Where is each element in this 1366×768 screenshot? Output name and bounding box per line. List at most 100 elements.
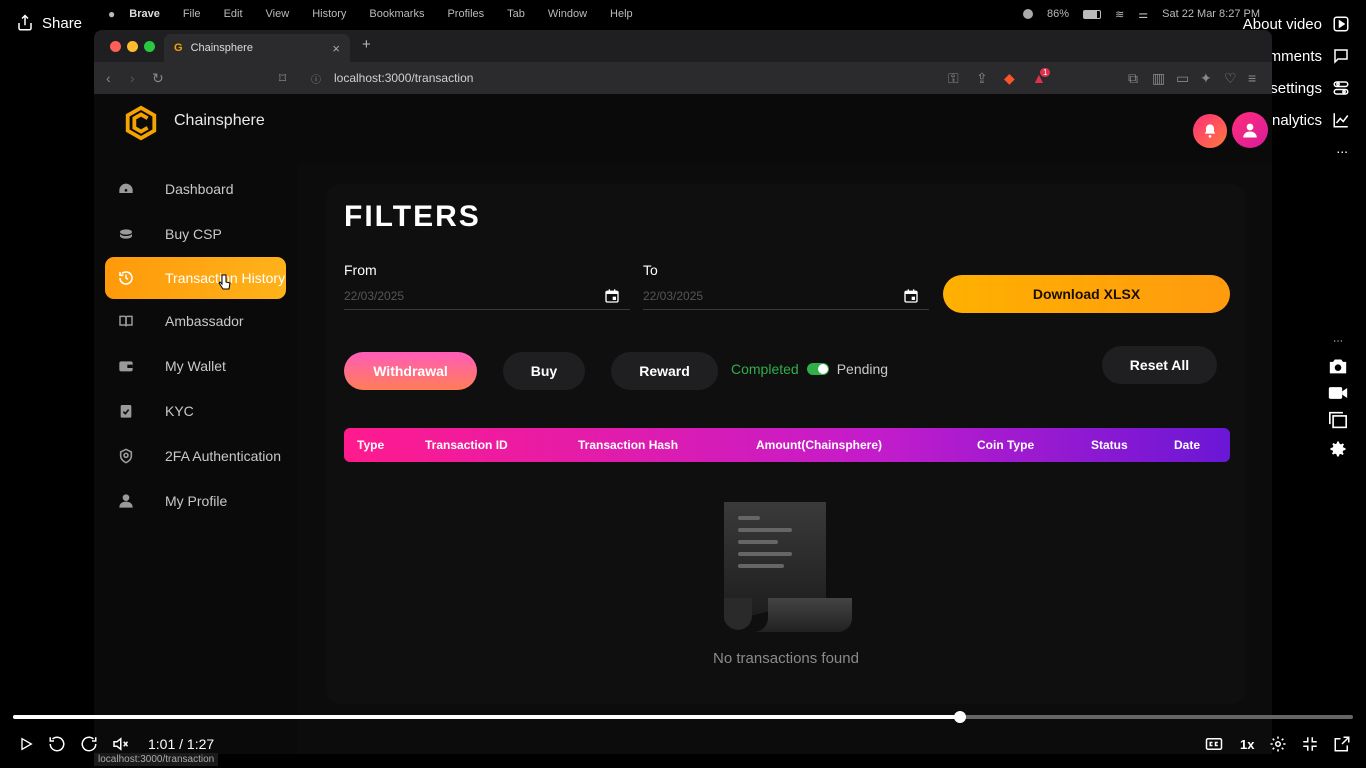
from-date-input[interactable]: 22/03/2025 bbox=[344, 282, 630, 310]
sidebar-item-ambassador[interactable]: Ambassador bbox=[105, 300, 286, 342]
filter-withdrawal-button[interactable]: Withdrawal bbox=[344, 352, 477, 390]
sidebar-item-transaction-history[interactable]: Transaction History bbox=[105, 257, 286, 299]
share-page-icon[interactable]: ⇪ bbox=[976, 70, 988, 87]
minimize-window-button[interactable] bbox=[127, 41, 138, 52]
video-camera-icon[interactable] bbox=[1328, 385, 1348, 401]
download-xlsx-button[interactable]: Download XLSX bbox=[943, 275, 1230, 313]
bell-icon bbox=[1202, 123, 1218, 139]
forward-icon[interactable] bbox=[80, 735, 98, 753]
status-toggle-group: Completed Pending bbox=[731, 361, 888, 377]
play-square-icon bbox=[1332, 15, 1350, 33]
rewind-icon[interactable] bbox=[48, 735, 66, 753]
windows-icon[interactable] bbox=[1328, 411, 1348, 429]
column-header-status[interactable]: Status bbox=[1091, 438, 1128, 452]
settings-toggle-icon bbox=[1332, 79, 1350, 97]
menubar-app-name[interactable]: Brave bbox=[129, 8, 160, 20]
wallet-icon[interactable]: ▭ bbox=[1176, 70, 1189, 87]
menubar-help[interactable]: Help bbox=[610, 8, 633, 20]
share-icon bbox=[16, 14, 34, 32]
gear-icon[interactable] bbox=[1328, 439, 1348, 459]
menubar-window[interactable]: Window bbox=[548, 8, 587, 20]
menubar-view[interactable]: View bbox=[266, 8, 290, 20]
video-progress-bar[interactable] bbox=[13, 711, 1353, 723]
column-header-type[interactable]: Type bbox=[357, 438, 384, 452]
maximize-window-button[interactable] bbox=[144, 41, 155, 52]
settings-icon[interactable] bbox=[1269, 735, 1287, 753]
filter-reward-button[interactable]: Reward bbox=[611, 352, 718, 390]
reset-all-button[interactable]: Reset All bbox=[1102, 346, 1217, 384]
notification-button[interactable] bbox=[1193, 114, 1227, 148]
menubar-history[interactable]: History bbox=[312, 8, 346, 20]
open-external-icon[interactable] bbox=[1333, 735, 1351, 753]
sidebar-item-dashboard[interactable]: Dashboard bbox=[105, 168, 286, 210]
video-progress-fill bbox=[13, 715, 961, 719]
mute-icon[interactable] bbox=[111, 735, 129, 753]
sidebar-toggle-icon[interactable]: ▥ bbox=[1152, 70, 1165, 87]
transactions-table-header: Type Transaction ID Transaction Hash Amo… bbox=[344, 428, 1230, 462]
exit-fullscreen-icon[interactable] bbox=[1301, 735, 1319, 753]
calendar-icon[interactable] bbox=[903, 288, 919, 304]
record-icon[interactable] bbox=[1023, 9, 1034, 19]
sidebar-item-label: My Profile bbox=[165, 493, 228, 509]
column-header-coin-type[interactable]: Coin Type bbox=[977, 438, 1034, 452]
site-info-icon[interactable]: ⓘ bbox=[311, 71, 321, 86]
column-header-amount[interactable]: Amount(Chainsphere) bbox=[756, 438, 882, 452]
column-header-transaction-id[interactable]: Transaction ID bbox=[425, 438, 508, 452]
more-options-button[interactable]: ... bbox=[1336, 140, 1348, 156]
status-bar-url: localhost:3000/transaction bbox=[94, 753, 219, 766]
sidebar-item-kyc[interactable]: KYC bbox=[105, 390, 286, 432]
sidebar-item-my-profile[interactable]: My Profile bbox=[105, 480, 286, 522]
analytics-button[interactable]: Analytics bbox=[1262, 111, 1350, 129]
menubar-file[interactable]: File bbox=[183, 8, 201, 20]
leo-ai-icon[interactable]: ✦ bbox=[1200, 70, 1212, 87]
history-icon bbox=[117, 269, 135, 287]
column-header-date[interactable]: Date bbox=[1174, 438, 1200, 452]
close-window-button[interactable] bbox=[110, 41, 121, 52]
key-icon[interactable]: ⚿ bbox=[948, 70, 959, 87]
extensions-icon[interactable]: ⧉ bbox=[1128, 70, 1138, 87]
column-header-transaction-hash[interactable]: Transaction Hash bbox=[578, 438, 678, 452]
close-tab-icon[interactable]: × bbox=[332, 41, 340, 56]
menu-icon[interactable]: ≡ bbox=[1248, 70, 1256, 86]
play-icon[interactable] bbox=[18, 736, 34, 752]
forward-icon[interactable]: › bbox=[130, 70, 135, 86]
tab-title: Chainsphere bbox=[190, 42, 253, 54]
reload-icon[interactable]: ↻ bbox=[152, 70, 164, 87]
wifi-icon[interactable]: ≋ bbox=[1115, 8, 1124, 21]
sidebar-item-label: Dashboard bbox=[165, 181, 234, 197]
sidebar-item-label: KYC bbox=[165, 403, 194, 419]
chainsphere-favicon-icon: G bbox=[174, 42, 183, 54]
sidebar-item-buy-csp[interactable]: Buy CSP bbox=[105, 213, 286, 255]
sidebar-item-my-wallet[interactable]: My Wallet bbox=[105, 345, 286, 387]
back-icon[interactable]: ‹ bbox=[106, 70, 111, 86]
battery-icon[interactable] bbox=[1083, 9, 1102, 19]
share-button[interactable]: Share bbox=[16, 14, 82, 32]
filter-buy-button[interactable]: Buy bbox=[503, 352, 585, 390]
control-center-icon[interactable]: ⚌ bbox=[1138, 8, 1148, 21]
sidebar-item-2fa[interactable]: 2FA Authentication bbox=[105, 435, 286, 477]
tools-more-icon[interactable]: ⋯ bbox=[1333, 336, 1343, 347]
captions-icon[interactable] bbox=[1205, 736, 1223, 752]
comment-icon bbox=[1332, 47, 1350, 65]
playback-speed-button[interactable]: 1x bbox=[1240, 737, 1254, 752]
menubar-tab[interactable]: Tab bbox=[507, 8, 525, 20]
new-tab-button[interactable]: + bbox=[362, 36, 371, 53]
calendar-icon[interactable] bbox=[604, 288, 620, 304]
status-toggle-switch[interactable] bbox=[806, 363, 829, 375]
profile-avatar-button[interactable] bbox=[1232, 112, 1268, 148]
status-pending-label: Pending bbox=[836, 361, 889, 377]
user-icon bbox=[117, 492, 135, 510]
url-input[interactable]: localhost:3000/transaction bbox=[334, 71, 473, 85]
apple-icon[interactable]: ● bbox=[108, 7, 115, 21]
menubar-bookmarks[interactable]: Bookmarks bbox=[369, 8, 424, 20]
vpn-icon[interactable]: ♡ bbox=[1224, 70, 1237, 87]
menubar-profiles[interactable]: Profiles bbox=[447, 8, 484, 20]
rewards-badge: 1 bbox=[1040, 68, 1051, 77]
brave-shield-icon[interactable]: ◆ bbox=[1004, 70, 1015, 87]
to-date-value: 22/03/2025 bbox=[643, 288, 704, 303]
browser-tab[interactable]: G Chainsphere × bbox=[164, 34, 350, 62]
camera-icon[interactable] bbox=[1328, 357, 1348, 375]
menubar-edit[interactable]: Edit bbox=[224, 8, 243, 20]
to-date-input[interactable]: 22/03/2025 bbox=[643, 282, 929, 310]
bookmark-icon[interactable]: ⌑ bbox=[279, 70, 286, 87]
